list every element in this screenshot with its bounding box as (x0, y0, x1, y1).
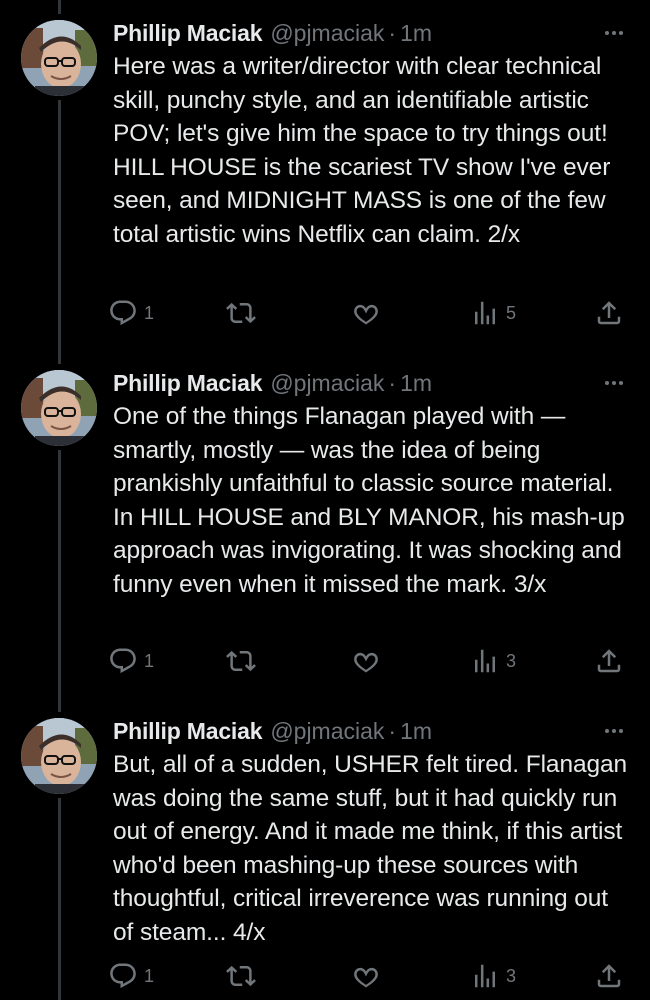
author-name[interactable]: Phillip Maciak (113, 370, 263, 397)
avatar[interactable] (21, 20, 97, 96)
action-bar: 1 5 (108, 296, 633, 330)
retweet-button[interactable] (226, 296, 256, 330)
more-button[interactable] (600, 369, 628, 397)
views-button[interactable]: 3 (470, 644, 516, 678)
share-icon (597, 649, 621, 673)
retweet-icon (226, 965, 256, 987)
thread-line (58, 0, 61, 14)
like-icon (354, 967, 378, 988)
reply-count: 1 (144, 650, 155, 671)
reply-button[interactable]: 1 (108, 296, 154, 330)
views-count: 5 (506, 302, 517, 323)
tweet[interactable]: Phillip Maciak @pjmaciak · 1m One of the… (0, 366, 650, 706)
tweet-text: One of the things Flanagan played with —… (113, 403, 625, 598)
views-icon (475, 649, 495, 673)
tweet-header: Phillip Maciak @pjmaciak · 1m (113, 714, 432, 748)
tweet[interactable]: Phillip Maciak @pjmaciak · 1m But, all o… (0, 714, 650, 1000)
retweet-button[interactable] (226, 644, 256, 678)
more-icon (605, 729, 623, 733)
author-handle[interactable]: @pjmaciak (270, 370, 384, 397)
avatar[interactable] (21, 718, 97, 794)
reply-icon (110, 648, 136, 674)
views-button[interactable]: 3 (470, 959, 516, 993)
reply-count: 1 (144, 302, 155, 323)
reply-icon (110, 300, 136, 326)
views-icon (475, 301, 495, 325)
timestamp[interactable]: 1m (400, 718, 432, 745)
like-icon (354, 304, 378, 325)
more-icon (605, 381, 623, 385)
views-button[interactable]: 5 (470, 296, 516, 330)
separator-dot: · (388, 369, 397, 396)
more-button[interactable] (600, 19, 628, 47)
author-handle[interactable]: @pjmaciak (270, 718, 384, 745)
tweet-header: Phillip Maciak @pjmaciak · 1m (113, 16, 432, 50)
retweet-button[interactable] (226, 959, 256, 993)
separator-dot: · (388, 717, 397, 744)
tweet-text: Here was a writer/director with clear te… (113, 53, 611, 248)
views-count: 3 (506, 965, 517, 986)
retweet-icon (226, 650, 256, 672)
like-button[interactable] (351, 296, 381, 330)
tweet[interactable]: Phillip Maciak @pjmaciak · 1m Here was a… (0, 16, 650, 356)
share-button[interactable] (594, 296, 624, 330)
retweet-icon (226, 302, 256, 324)
reply-count: 1 (144, 965, 155, 986)
author-handle[interactable]: @pjmaciak (270, 20, 384, 47)
author-name[interactable]: Phillip Maciak (113, 20, 263, 47)
separator-dot: · (388, 19, 397, 46)
tweet-header: Phillip Maciak @pjmaciak · 1m (113, 366, 432, 400)
more-button[interactable] (600, 717, 628, 745)
author-name[interactable]: Phillip Maciak (113, 718, 263, 745)
timestamp[interactable]: 1m (400, 20, 432, 47)
action-bar: 1 3 (108, 644, 633, 678)
like-button[interactable] (351, 959, 381, 993)
share-button[interactable] (594, 959, 624, 993)
more-icon (605, 31, 623, 35)
like-button[interactable] (351, 644, 381, 678)
avatar[interactable] (21, 370, 97, 446)
share-icon (597, 301, 621, 325)
reply-icon (110, 963, 136, 989)
timestamp[interactable]: 1m (400, 370, 432, 397)
like-icon (354, 652, 378, 673)
reply-button[interactable]: 1 (108, 959, 154, 993)
views-count: 3 (506, 650, 517, 671)
reply-button[interactable]: 1 (108, 644, 154, 678)
share-button[interactable] (594, 644, 624, 678)
views-icon (475, 964, 495, 988)
share-icon (597, 964, 621, 988)
action-bar: 1 3 (108, 959, 633, 993)
tweet-text: But, all of a sudden, USHER felt tired. … (113, 751, 628, 946)
